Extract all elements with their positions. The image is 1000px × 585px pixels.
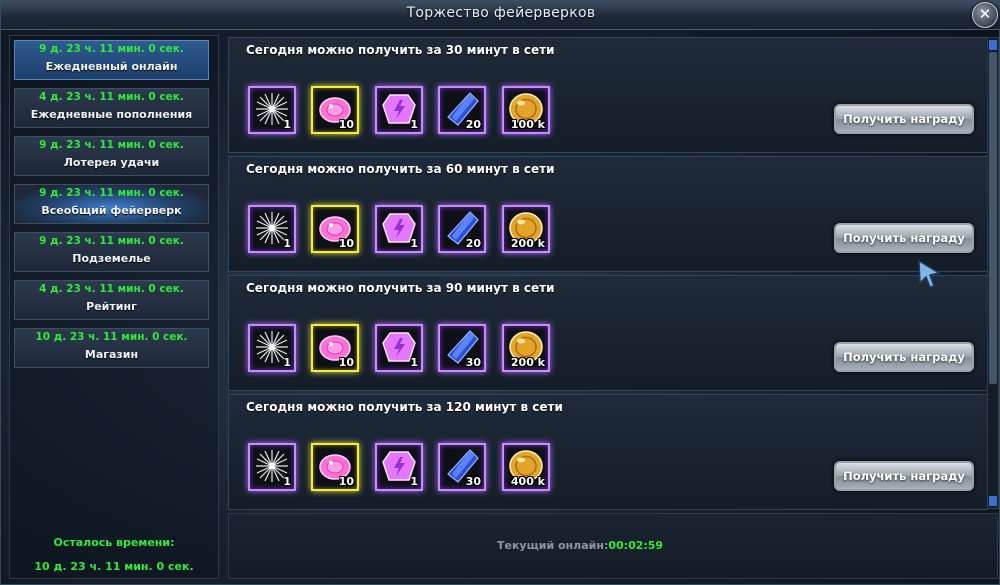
reward-item-slot[interactable]: 400 k [502,443,550,491]
sidebar-item-label: Рейтинг [86,300,137,313]
remaining-time-value: 10 д. 23 ч. 11 мин. 0 сек. [34,560,194,573]
reward-item-slot[interactable]: 1 [248,86,296,134]
reward-item-slot[interactable]: 1 [248,324,296,372]
event-window: Торжество фейерверков ✕ 9 д. 23 ч. 11 ми… [0,0,1000,585]
reward-item-slot[interactable]: 10 [311,205,359,253]
reward-item-slot[interactable]: 100 k [502,86,550,134]
reward-item-quantity: 1 [410,118,418,131]
reward-row: Сегодня можно получить за 90 минут в сет… [228,275,988,391]
reward-row: Сегодня можно получить за 60 минут в сет… [228,156,988,272]
window-title: Торжество фейерверков [406,5,596,21]
reward-item-quantity: 1 [283,118,291,131]
reward-item-quantity: 10 [338,237,354,250]
claim-reward-button[interactable]: Получить награду [834,342,974,372]
title-bar[interactable]: Торжество фейерверков ✕ [1,1,1000,30]
sidebar-item-label: Всеобщий фейерверк [41,204,182,217]
scrollbar[interactable] [987,37,999,509]
close-icon: ✕ [978,5,992,23]
sidebar-item-label: Магазин [84,348,139,361]
reward-item-quantity: 10 [338,475,354,488]
reward-item-slot[interactable]: 30 [438,443,486,491]
reward-row-title: Сегодня можно получить за 120 минут в се… [246,400,563,414]
sidebar-item-daily-topup[interactable]: 4 д. 23 ч. 11 мин. 0 сек. Ежедневные поп… [14,88,209,128]
reward-row: Сегодня можно получить за 120 минут в се… [228,394,988,510]
close-button[interactable]: ✕ [972,2,998,28]
reward-item-quantity: 100 k [510,118,545,131]
sidebar-item-timer: 4 д. 23 ч. 11 мин. 0 сек. [39,91,184,103]
reward-item-quantity: 1 [410,475,418,488]
scrollbar-thumb[interactable] [989,52,997,384]
sidebar-item-label: Ежедневные пополнения [30,108,193,121]
reward-item-quantity: 1 [410,237,418,250]
reward-row-title: Сегодня можно получить за 60 минут в сет… [246,162,555,176]
claim-reward-button[interactable]: Получить награду [834,461,974,491]
reward-item-quantity: 400 k [510,475,545,488]
claim-reward-button[interactable]: Получить награду [834,104,974,134]
reward-item-quantity: 1 [283,356,291,369]
reward-item-slot[interactable]: 30 [438,324,486,372]
sidebar-item-timer: 9 д. 23 ч. 11 мин. 0 сек. [39,187,184,199]
reward-item-quantity: 20 [465,237,481,250]
reward-item-slot[interactable]: 1 [248,205,296,253]
sidebar-item-timer: 10 д. 23 ч. 11 мин. 0 сек. [35,331,188,343]
reward-row-title: Сегодня можно получить за 90 минут в сет… [246,281,555,295]
sidebar: 9 д. 23 ч. 11 мин. 0 сек. Ежедневный онл… [9,35,219,579]
claim-reward-button[interactable]: Получить награду [834,223,974,253]
scroll-up-arrow-icon[interactable] [989,40,997,50]
mouse-cursor-icon [918,259,941,288]
scroll-down-arrow-icon[interactable] [989,496,997,506]
reward-item-quantity: 30 [465,475,481,488]
reward-item-quantity: 1 [283,475,291,488]
sidebar-item-lottery[interactable]: 9 д. 23 ч. 11 мин. 0 сек. Лотерея удачи [14,136,209,176]
sidebar-item-firework[interactable]: 9 д. 23 ч. 11 мин. 0 сек. Всеобщий фейер… [14,184,209,224]
reward-item-quantity: 200 k [510,356,545,369]
sidebar-item-daily-online[interactable]: 9 д. 23 ч. 11 мин. 0 сек. Ежедневный онл… [14,40,209,80]
sidebar-item-shop[interactable]: 10 д. 23 ч. 11 мин. 0 сек. Магазин [14,328,209,368]
current-online: Текущий онлайн:00:02:59 [497,539,663,552]
reward-item-quantity: 10 [338,118,354,131]
reward-item-quantity: 1 [283,237,291,250]
reward-list: Сегодня можно получить за 30 минут в сет… [228,37,998,511]
sidebar-item-timer: 4 д. 23 ч. 11 мин. 0 сек. [39,283,184,295]
reward-row: Сегодня можно получить за 30 минут в сет… [228,37,988,153]
sidebar-item-timer: 9 д. 23 ч. 11 мин. 0 сек. [39,235,184,247]
sidebar-item-timer: 9 д. 23 ч. 11 мин. 0 сек. [39,139,184,151]
reward-row-title: Сегодня можно получить за 30 минут в сет… [246,43,555,57]
sidebar-item-label: Ежедневный онлайн [45,60,178,73]
reward-item-quantity: 20 [465,118,481,131]
current-online-value: 00:02:59 [608,539,664,552]
reward-item-slot[interactable]: 10 [311,324,359,372]
sidebar-item-timer: 9 д. 23 ч. 11 мин. 0 сек. [39,43,184,55]
reward-item-quantity: 200 k [510,237,545,250]
reward-item-slot[interactable]: 10 [311,86,359,134]
reward-item-quantity: 10 [338,356,354,369]
reward-item-slot[interactable]: 1 [375,86,423,134]
reward-item-slot[interactable]: 200 k [502,205,550,253]
sidebar-item-label: Лотерея удачи [63,156,160,169]
current-online-label: Текущий онлайн: [497,539,609,552]
reward-item-slot[interactable]: 1 [375,324,423,372]
reward-item-slot[interactable]: 20 [438,205,486,253]
sidebar-item-dungeon[interactable]: 9 д. 23 ч. 11 мин. 0 сек. Подземелье [14,232,209,272]
reward-item-slot[interactable]: 10 [311,443,359,491]
sidebar-item-rating[interactable]: 4 д. 23 ч. 11 мин. 0 сек. Рейтинг [14,280,209,320]
reward-item-slot[interactable]: 1 [375,443,423,491]
reward-item-slot[interactable]: 200 k [502,324,550,372]
reward-item-quantity: 30 [465,356,481,369]
reward-item-slot[interactable]: 20 [438,86,486,134]
reward-item-slot[interactable]: 1 [375,205,423,253]
reward-item-quantity: 1 [410,356,418,369]
remaining-time-label: Осталось времени: [53,536,175,549]
footer: Текущий онлайн:00:02:59 [228,513,998,579]
sidebar-item-label: Подземелье [72,252,151,265]
reward-item-slot[interactable]: 1 [248,443,296,491]
